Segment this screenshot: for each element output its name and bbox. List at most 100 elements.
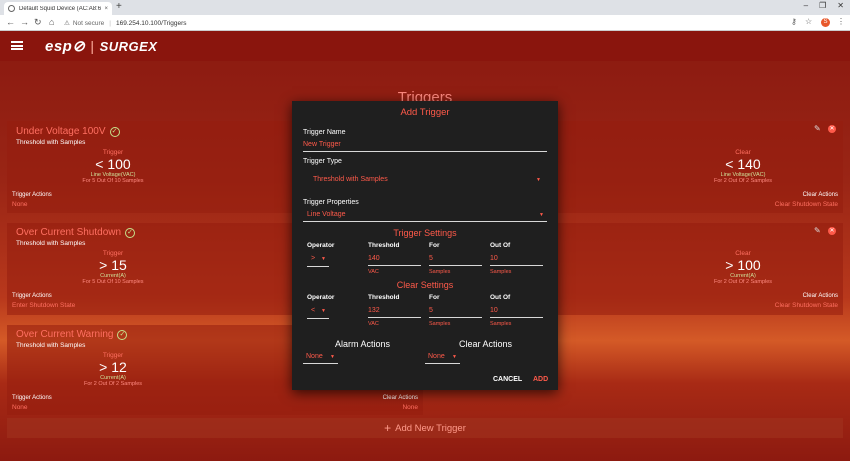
reload-icon[interactable]: ↻ xyxy=(34,17,42,28)
url-text: 169.254.10.100/Triggers xyxy=(115,19,187,27)
trigger-name-input[interactable]: New Trigger xyxy=(303,141,341,148)
dialog-title: Add Trigger xyxy=(400,107,450,118)
clear-actions-label: Clear Actions xyxy=(382,395,418,401)
threshold-label: Threshold xyxy=(368,242,400,249)
hamburger-menu-icon[interactable] xyxy=(11,41,23,50)
trigger-summary: Trigger > 12 Current(A) For 2 Out Of 2 S… xyxy=(83,352,143,387)
trigger-actions-label: Trigger Actions xyxy=(12,192,52,198)
clear-actions-value: Clear Shutdown State xyxy=(774,302,838,309)
browser-tab[interactable]: Default Squid Device (AC:A8:67:D × xyxy=(4,2,112,15)
threshold-label: Threshold xyxy=(368,294,400,301)
clear-threshold-unit: VAC xyxy=(368,321,379,327)
trigger-threshold-input[interactable]: 140 xyxy=(368,255,380,262)
trigger-threshold-unit: VAC xyxy=(368,269,379,275)
menu-kebab-icon[interactable]: ⋮ xyxy=(837,17,845,26)
out-of-label: Out Of xyxy=(490,242,511,249)
trigger-summary: Trigger < 100 Line Voltage(VAC) For 5 Ou… xyxy=(82,149,144,184)
trigger-card-type: Threshold with Samples xyxy=(16,342,86,349)
chevron-down-icon[interactable]: ▼ xyxy=(536,177,541,183)
trigger-actions-value: None xyxy=(12,404,28,411)
window-controls: – ❐ ✕ xyxy=(804,1,844,10)
new-tab-icon[interactable]: + xyxy=(116,1,122,12)
operator-label: Operator xyxy=(307,294,335,301)
address-bar: ← → ↻ ⌂ ⚠ Not secure | 169.254.10.100/Tr… xyxy=(0,15,850,31)
check-circle-icon: ✓ xyxy=(117,329,128,340)
trigger-card-title: Over Current Warning xyxy=(16,329,114,340)
tab-title: Default Squid Device (AC:A8:67:D xyxy=(19,5,102,12)
trigger-card-type: Threshold with Samples xyxy=(16,240,86,247)
add-button[interactable]: ADD xyxy=(533,376,548,383)
trigger-actions-value: Enter Shutdown State xyxy=(12,302,76,309)
add-new-trigger-label: Add New Trigger xyxy=(395,422,466,434)
chevron-down-icon[interactable]: ▼ xyxy=(321,256,326,262)
clear-summary: Clear > 100 Current(A) For 2 Out Of 2 Sa… xyxy=(713,250,773,285)
globe-icon xyxy=(8,5,15,12)
clear-out-of-hint: Samples xyxy=(490,321,512,327)
alarm-actions-select[interactable]: None xyxy=(306,353,323,360)
key-icon[interactable]: ⚷ xyxy=(791,17,797,26)
bookmark-star-icon[interactable]: ☆ xyxy=(805,17,812,26)
trigger-for-hint: Samples xyxy=(429,269,451,275)
add-trigger-dialog: Add Trigger Trigger Name New Trigger Tri… xyxy=(292,101,558,390)
for-label: For xyxy=(429,242,440,249)
check-circle-icon: ✓ xyxy=(109,126,120,137)
clear-actions-value: Clear Shutdown State xyxy=(774,201,838,208)
trigger-for-input[interactable]: 5 xyxy=(429,255,433,262)
not-secure-label: Not secure xyxy=(72,19,105,27)
warning-icon: ⚠ xyxy=(64,20,70,27)
clear-actions-label: Clear Actions xyxy=(802,192,838,198)
clear-actions-label: Clear Actions xyxy=(802,293,838,299)
clear-actions-select[interactable]: None xyxy=(428,353,445,360)
add-new-trigger-button[interactable]: + Add New Trigger xyxy=(7,418,843,438)
forward-icon[interactable]: → xyxy=(20,17,29,27)
trigger-type-label: Trigger Type xyxy=(303,158,342,165)
url-field[interactable]: ⚠ Not secure | 169.254.10.100/Triggers xyxy=(64,17,784,29)
chevron-down-icon[interactable]: ▼ xyxy=(321,308,326,314)
chevron-down-icon[interactable]: ▼ xyxy=(539,212,544,218)
for-label: For xyxy=(429,294,440,301)
clear-for-input[interactable]: 5 xyxy=(429,307,433,314)
maximize-icon[interactable]: ❐ xyxy=(819,1,826,10)
trigger-card-title: Under Voltage 100V xyxy=(16,126,106,137)
minimize-icon[interactable]: – xyxy=(804,1,808,10)
clear-out-of-input[interactable]: 10 xyxy=(490,307,498,314)
clear-for-hint: Samples xyxy=(429,321,451,327)
trigger-out-of-hint: Samples xyxy=(490,269,512,275)
clear-operator-select[interactable]: < xyxy=(311,307,315,314)
edit-pencil-icon[interactable]: ✎ xyxy=(814,124,821,133)
window-close-icon[interactable]: ✕ xyxy=(837,1,844,10)
clear-threshold-input[interactable]: 132 xyxy=(368,307,380,314)
close-tab-icon[interactable]: × xyxy=(104,6,108,12)
edit-pencil-icon[interactable]: ✎ xyxy=(814,226,821,235)
home-icon[interactable]: ⌂ xyxy=(49,17,54,27)
chevron-down-icon[interactable]: ▼ xyxy=(452,354,457,360)
espo-surgex-logo: esp⊘ | SURGEX xyxy=(45,38,158,55)
operator-label: Operator xyxy=(307,242,335,249)
chevron-down-icon[interactable]: ▼ xyxy=(330,354,335,360)
trigger-actions-label: Trigger Actions xyxy=(12,293,52,299)
clear-summary: Clear < 140 Line Voltage(VAC) For 2 Out … xyxy=(713,149,773,184)
trigger-actions-value: None xyxy=(12,201,28,208)
browser-tab-strip: Default Squid Device (AC:A8:67:D × + – ❐… xyxy=(0,0,850,15)
out-of-label: Out Of xyxy=(490,294,511,301)
clear-actions-heading: Clear Actions xyxy=(459,339,513,349)
trigger-out-of-input[interactable]: 10 xyxy=(490,255,498,262)
delete-icon[interactable]: ✕ xyxy=(828,125,836,133)
delete-icon[interactable]: ✕ xyxy=(828,227,836,235)
plus-icon: + xyxy=(384,421,392,435)
trigger-type-select[interactable]: Threshold with Samples xyxy=(313,176,388,183)
clear-settings-heading: Clear Settings xyxy=(396,280,454,290)
back-icon[interactable]: ← xyxy=(6,17,15,27)
trigger-operator-select[interactable]: > xyxy=(311,255,315,262)
app-header: esp⊘ | SURGEX xyxy=(0,31,850,61)
trigger-properties-select[interactable]: Line Voltage xyxy=(307,211,346,218)
profile-avatar[interactable]: S xyxy=(821,18,830,27)
alarm-actions-heading: Alarm Actions xyxy=(335,339,391,349)
trigger-actions-label: Trigger Actions xyxy=(12,395,52,401)
cancel-button[interactable]: CANCEL xyxy=(493,376,522,383)
trigger-card-title: Over Current Shutdown xyxy=(16,227,122,238)
trigger-name-label: Trigger Name xyxy=(303,129,346,136)
clear-actions-value: None xyxy=(402,404,418,411)
trigger-card-type: Threshold with Samples xyxy=(16,139,86,146)
trigger-properties-label: Trigger Properties xyxy=(303,199,359,206)
